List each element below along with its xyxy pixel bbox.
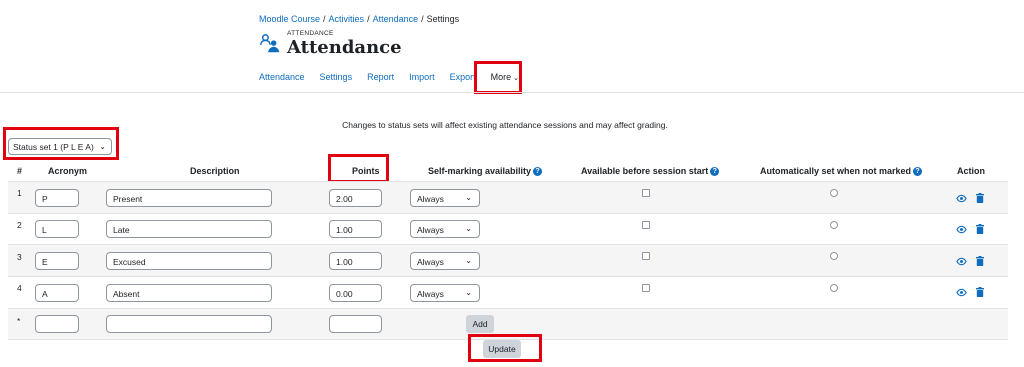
row-divider: [8, 213, 1008, 214]
availability-value: Always: [417, 257, 444, 267]
description-input[interactable]: Late: [106, 220, 272, 238]
highlight-points: [328, 154, 389, 183]
trash-icon[interactable]: [976, 193, 984, 203]
status-set-notice: Changes to status sets will affect exist…: [342, 120, 668, 130]
breadcrumb-settings: Settings: [426, 14, 460, 24]
availability-select[interactable]: Always ⌄: [410, 189, 480, 207]
auto-set-radio[interactable]: [830, 189, 838, 197]
breadcrumb-course[interactable]: Moodle Course: [259, 14, 320, 24]
description-input[interactable]: Excused: [106, 252, 272, 270]
breadcrumb-attendance[interactable]: Attendance: [373, 14, 419, 24]
nav-export[interactable]: Export: [450, 72, 476, 82]
eye-icon[interactable]: [956, 287, 967, 298]
col-header-description: Description: [190, 166, 240, 176]
eye-icon[interactable]: [956, 224, 967, 235]
before-session-checkbox[interactable]: [642, 189, 650, 197]
availability-value: Always: [417, 225, 444, 235]
highlight-more: [474, 61, 522, 94]
acronym-input[interactable]: E: [35, 252, 79, 270]
acronym-input[interactable]: A: [35, 284, 79, 302]
chevron-down-icon: ⌄: [465, 288, 472, 297]
col-header-before-label: Available before session start: [581, 166, 709, 176]
nav-import[interactable]: Import: [409, 72, 435, 82]
header-divider: [0, 92, 1024, 93]
row-number: 4: [17, 283, 22, 293]
col-header-auto: Automatically set when not marked?: [760, 166, 923, 177]
description-input[interactable]: Present: [106, 189, 272, 207]
eye-icon[interactable]: [956, 193, 967, 204]
before-session-checkbox[interactable]: [642, 284, 650, 292]
points-input[interactable]: 0.00: [329, 284, 382, 302]
col-header-selfmark: Self-marking availability?: [428, 166, 543, 177]
col-header-num: #: [17, 166, 23, 176]
before-session-checkbox[interactable]: [642, 221, 650, 229]
highlight-update: [468, 334, 542, 362]
col-header-auto-label: Automatically set when not marked: [760, 166, 912, 176]
trash-icon[interactable]: [976, 256, 984, 266]
availability-value: Always: [417, 289, 444, 299]
auto-set-radio[interactable]: [830, 221, 838, 229]
trash-icon[interactable]: [976, 224, 984, 234]
eye-icon[interactable]: [956, 256, 967, 267]
auto-set-radio[interactable]: [830, 284, 838, 292]
page-title: Attendance: [287, 37, 402, 58]
chevron-down-icon: ⌄: [465, 224, 472, 233]
col-header-acronym: Acronym: [48, 166, 88, 176]
points-input[interactable]: 1.00: [329, 220, 382, 238]
availability-value: Always: [417, 194, 444, 204]
row-number: 1: [17, 188, 22, 198]
add-button[interactable]: Add: [466, 315, 494, 333]
new-acronym-input[interactable]: [35, 315, 79, 333]
availability-select[interactable]: Always ⌄: [410, 220, 480, 238]
auto-set-radio[interactable]: [830, 252, 838, 260]
before-session-checkbox[interactable]: [642, 252, 650, 260]
breadcrumb-activities[interactable]: Activities: [329, 14, 365, 24]
points-input[interactable]: 2.00: [329, 189, 382, 207]
help-icon[interactable]: ?: [533, 167, 543, 177]
new-points-input[interactable]: [329, 315, 382, 333]
attendance-icon: [260, 34, 280, 53]
availability-select[interactable]: Always ⌄: [410, 284, 480, 302]
acronym-input[interactable]: P: [35, 189, 79, 207]
points-input[interactable]: 1.00: [329, 252, 382, 270]
chevron-down-icon: ⌄: [465, 256, 472, 265]
breadcrumb: Moodle Course / Activities / Attendance / Sett…: [259, 14, 460, 24]
highlight-status-set: [3, 127, 119, 160]
row-divider: [8, 276, 1008, 277]
row-number: *: [17, 316, 21, 326]
nav-report[interactable]: Report: [367, 72, 394, 82]
row-number: 3: [17, 252, 22, 262]
trash-icon[interactable]: [976, 287, 984, 297]
description-input[interactable]: Absent: [106, 284, 272, 302]
availability-select[interactable]: Always ⌄: [410, 252, 480, 270]
page-header: ATTENDANCE Attendance: [259, 30, 402, 58]
nav-settings[interactable]: Settings: [320, 72, 353, 82]
col-header-action: Action: [957, 166, 985, 176]
acronym-input[interactable]: L: [35, 220, 79, 238]
col-header-before: Available before session start?: [581, 166, 720, 177]
nav-attendance[interactable]: Attendance: [259, 72, 305, 82]
new-description-input[interactable]: [106, 315, 272, 333]
chevron-down-icon: ⌄: [465, 193, 472, 202]
help-icon[interactable]: ?: [913, 167, 923, 177]
help-icon[interactable]: ?: [710, 167, 720, 177]
col-header-selfmark-label: Self-marking availability: [428, 166, 532, 176]
row-number: 2: [17, 220, 22, 230]
